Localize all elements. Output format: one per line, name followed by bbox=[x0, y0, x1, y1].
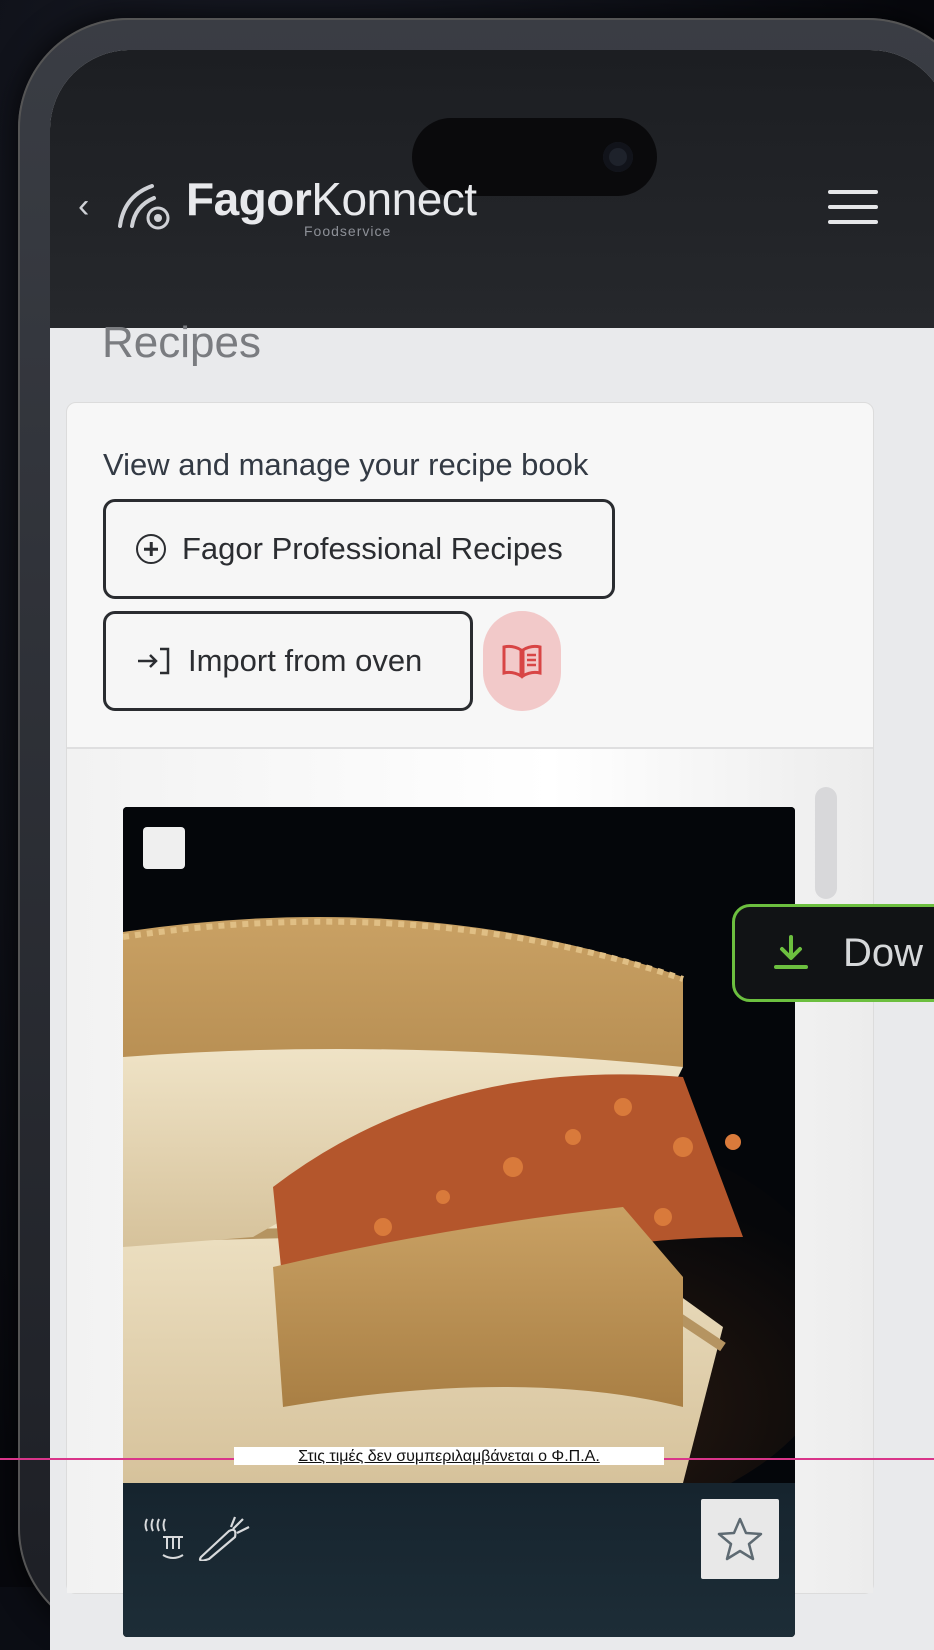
brand-bold: Fagor bbox=[186, 173, 312, 225]
vegetable-icon bbox=[198, 1516, 250, 1561]
add-circle-icon bbox=[136, 534, 166, 564]
favorite-button[interactable] bbox=[701, 1499, 779, 1579]
list-scrollbar[interactable] bbox=[815, 787, 837, 899]
hamburger-icon bbox=[828, 190, 878, 194]
brand-regular: Konnect bbox=[311, 173, 477, 225]
download-icon bbox=[774, 935, 808, 969]
fagor-logo-icon bbox=[118, 184, 170, 230]
brand-name: FagorKonnect bbox=[186, 172, 477, 226]
star-outline-icon bbox=[717, 1517, 763, 1561]
import-label: Import from oven bbox=[188, 643, 423, 678]
camera-icon bbox=[603, 142, 633, 172]
hamburger-menu-button[interactable] bbox=[828, 190, 878, 230]
import-from-oven-button[interactable]: Import from oven bbox=[103, 611, 473, 711]
page-title: Recipes bbox=[102, 318, 261, 367]
download-button[interactable]: Dow bbox=[732, 904, 934, 1002]
recipe-book-button[interactable] bbox=[483, 611, 561, 711]
chevron-left-icon: ‹ bbox=[78, 187, 90, 225]
puff-pastry-pie-photo bbox=[123, 807, 795, 1483]
phone-frame: ‹ FagorKonnect Foodservice Recipes View … bbox=[18, 18, 934, 1650]
card-description: View and manage your recipe book bbox=[103, 447, 589, 482]
fagor-professional-recipes-button[interactable]: Fagor Professional Recipes bbox=[103, 499, 615, 599]
app-screen: ‹ FagorKonnect Foodservice Recipes View … bbox=[50, 50, 934, 1650]
recipe-card-footer bbox=[123, 1483, 795, 1637]
professional-recipes-label: Fagor Professional Recipes bbox=[182, 531, 563, 566]
category-icons bbox=[144, 1516, 250, 1561]
app-header: ‹ FagorKonnect Foodservice bbox=[50, 50, 934, 328]
download-label: Dow bbox=[843, 930, 924, 975]
recipe-list bbox=[67, 749, 873, 1637]
brand-subtitle: Foodservice bbox=[304, 223, 392, 239]
import-icon bbox=[138, 647, 170, 675]
vat-notice: Στις τιμές δεν συμπεριλαμβάνεται ο Φ.Π.Α… bbox=[234, 1447, 664, 1465]
back-button[interactable]: ‹ bbox=[78, 186, 89, 226]
steam-icon bbox=[144, 1518, 184, 1559]
recipe-select-checkbox[interactable] bbox=[143, 827, 185, 869]
recipe-card[interactable] bbox=[123, 807, 795, 1637]
recipe-book-icon bbox=[502, 644, 542, 679]
